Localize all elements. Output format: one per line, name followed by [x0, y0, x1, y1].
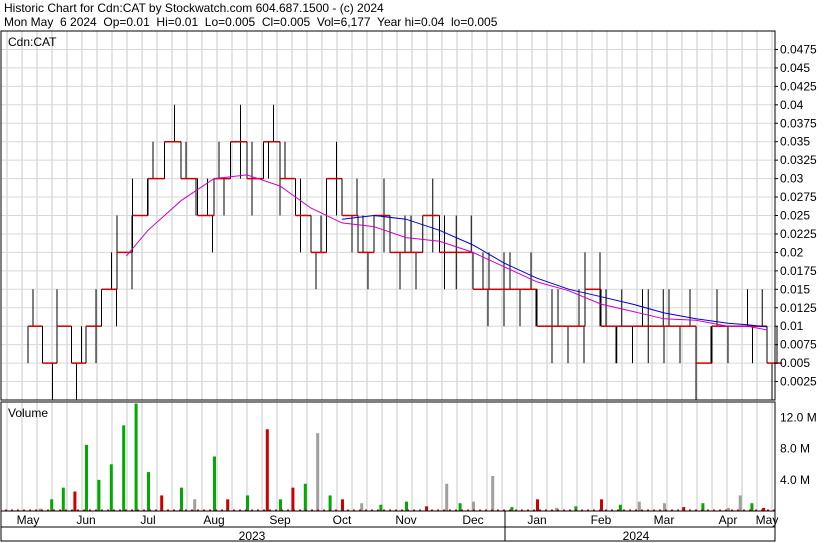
- month-label: Mar: [654, 513, 675, 527]
- volume-bar: [122, 425, 126, 511]
- volume-bar: [600, 499, 603, 511]
- volume-bar: [316, 433, 320, 511]
- month-label: May: [756, 513, 779, 527]
- price-tick-label: 0.02: [780, 245, 804, 259]
- volume-bar: [226, 499, 230, 511]
- price-tick-label: 0.0125: [780, 301, 817, 315]
- price-tick-label: 0.045: [780, 61, 810, 75]
- month-label: Dec: [462, 513, 483, 527]
- price-tick-label: 0.0075: [780, 338, 817, 352]
- month-label: May: [17, 513, 40, 527]
- volume-panel-title: Volume: [8, 406, 48, 420]
- month-label: Aug: [203, 513, 224, 527]
- month-label: Jun: [76, 513, 95, 527]
- volume-bar: [134, 403, 138, 511]
- volume-bar: [73, 491, 77, 511]
- month-label: Apr: [719, 513, 738, 527]
- price-tick-label: 0.01: [780, 319, 804, 333]
- price-tick-label: 0.0175: [780, 264, 817, 278]
- price-tick-label: 0.0325: [780, 153, 817, 167]
- volume-bar: [147, 472, 150, 511]
- price-tick-label: 0.015: [780, 282, 810, 296]
- price-tick-label: 0.0475: [780, 42, 817, 56]
- price-tick-label: 0.03: [780, 172, 804, 186]
- volume-panel: [5, 403, 775, 511]
- price-panel-title: Cdn:CAT: [8, 35, 57, 49]
- month-label: Oct: [333, 513, 352, 527]
- volume-bar: [618, 504, 622, 511]
- volume-bar: [50, 499, 54, 511]
- price-tick-label: 0.0275: [780, 190, 817, 204]
- volume-bar: [379, 504, 383, 511]
- volume-bar: [291, 487, 295, 511]
- volume-tick-label: 12.0 M: [780, 411, 817, 425]
- year-label-2024: 2024: [623, 529, 650, 543]
- volume-bar: [341, 499, 344, 511]
- month-label: Feb: [591, 513, 612, 527]
- month-label: Sep: [269, 513, 291, 527]
- price-tick-label: 0.005: [780, 356, 810, 370]
- volume-bar: [180, 487, 183, 511]
- volume-bar: [246, 495, 249, 511]
- volume-bar: [279, 499, 282, 511]
- volume-bar: [85, 444, 88, 511]
- price-tick-label: 0.04: [780, 98, 804, 112]
- volume-frame: [0, 401, 776, 512]
- stock-chart: Cdn:CAT Volume 0.0475 0.045 0.0425 0.04 0.0375…: [0, 30, 817, 543]
- volume-bar: [265, 429, 269, 511]
- volume-bar: [61, 487, 65, 511]
- volume-bar: [536, 499, 539, 511]
- volume-bar: [160, 495, 164, 511]
- price-tick-label: 0.0425: [780, 79, 817, 93]
- month-label: Jan: [527, 513, 546, 527]
- price-tick-label: 0.0375: [780, 116, 817, 130]
- volume-bar: [328, 495, 332, 511]
- volume-bar: [193, 499, 197, 511]
- price-tick-label: 0.0025: [780, 375, 817, 389]
- volume-tick-label: 8.0 M: [780, 442, 810, 456]
- volume-bar: [109, 464, 113, 511]
- price-tick-label: 0.0225: [780, 227, 817, 241]
- price-tick-label: 0.035: [780, 135, 810, 149]
- volume-bar: [303, 483, 307, 511]
- volume-bar: [637, 501, 641, 511]
- volume-tick-label: 4.0 M: [780, 473, 810, 487]
- month-label: Nov: [395, 513, 416, 527]
- volume-bar: [97, 479, 101, 511]
- volume-bar: [491, 475, 495, 511]
- volume-bar: [213, 456, 216, 511]
- volume-bar: [445, 483, 449, 511]
- price-tick-label: 0.025: [780, 209, 810, 223]
- volume-bar: [738, 495, 742, 511]
- month-label: Jul: [140, 513, 155, 527]
- year-label-2023: 2023: [239, 529, 266, 543]
